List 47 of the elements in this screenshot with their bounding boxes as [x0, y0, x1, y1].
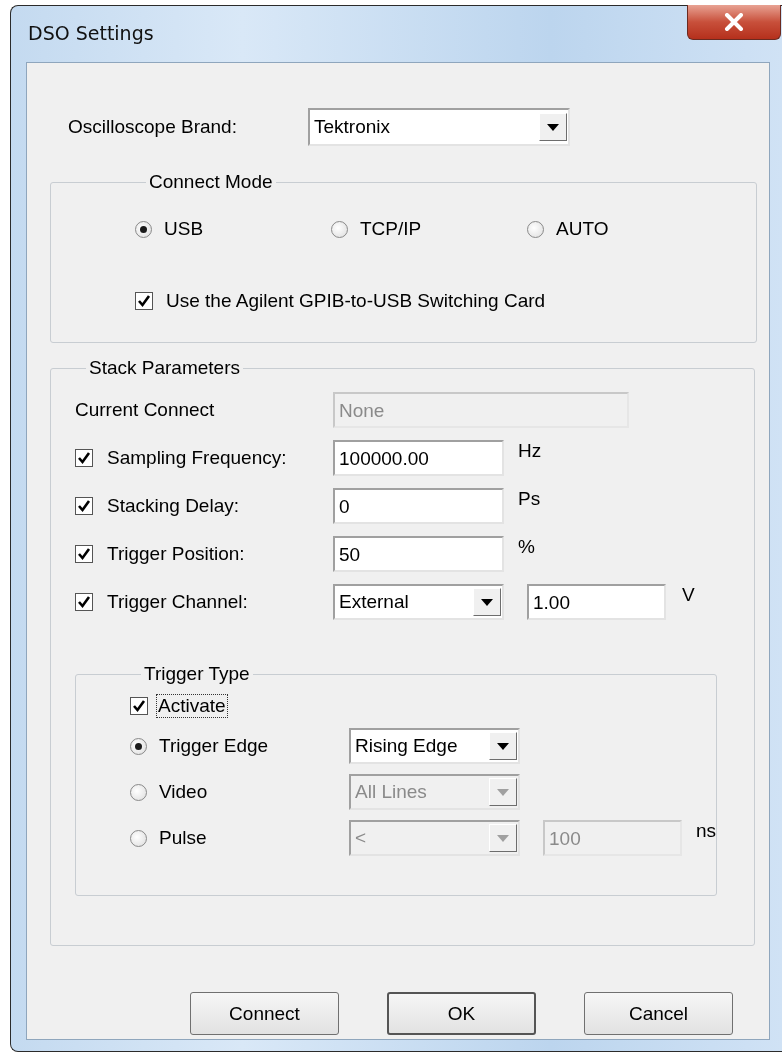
checkbox-label: Sampling Frequency:: [107, 447, 288, 469]
radio-label: Trigger Edge: [159, 735, 270, 757]
checkbox[interactable]: [135, 292, 153, 310]
window-title: DSO Settings: [28, 22, 154, 44]
brand-dropdown[interactable]: Tektronix: [308, 108, 570, 146]
checkbox[interactable]: [75, 545, 93, 563]
brand-label: Oscilloscope Brand:: [68, 116, 238, 138]
unit-label: Ps: [518, 488, 541, 510]
radio-label: USB: [164, 218, 204, 240]
radio-label: AUTO: [556, 218, 609, 240]
radio-button[interactable]: [130, 783, 147, 801]
radio-label: Pulse: [159, 827, 208, 849]
checkbox-label: Trigger Position:: [107, 543, 246, 565]
checkbox-label: Activate: [156, 694, 228, 718]
close-icon: [723, 13, 745, 31]
radio-button[interactable]: [527, 220, 544, 238]
dialog-button[interactable]: OK: [387, 992, 536, 1035]
checkbox-label: Stacking Delay:: [107, 495, 240, 517]
radio-button[interactable]: [135, 220, 152, 238]
radio-button[interactable]: [130, 737, 147, 755]
checkbox[interactable]: [130, 697, 148, 715]
radio-button[interactable]: [331, 220, 348, 238]
checkbox-label: Use the Agilent GPIB-to-USB Switching Card: [166, 290, 546, 312]
radio-label: TCP/IP: [360, 218, 422, 240]
checkbox[interactable]: [75, 593, 93, 611]
close-button[interactable]: [687, 5, 781, 40]
radio-button[interactable]: [130, 829, 147, 847]
group-title: Connect Mode: [148, 171, 274, 193]
channel-dropdown[interactable]: External: [333, 584, 504, 620]
dialog-button[interactable]: Cancel: [584, 992, 733, 1035]
dialog-button[interactable]: Connect: [190, 992, 339, 1035]
input-field[interactable]: 0: [333, 488, 504, 524]
checkbox[interactable]: [75, 497, 93, 515]
unit-label: Hz: [518, 440, 542, 462]
group-title: Trigger Type: [143, 663, 251, 685]
checkbox-label: Trigger Channel:: [107, 591, 249, 613]
group-title: Stack Parameters: [88, 357, 241, 379]
checkbox[interactable]: [75, 449, 93, 467]
input-field[interactable]: 50: [333, 536, 504, 572]
input-field[interactable]: 1.00: [527, 584, 666, 620]
field-label: Current Connect: [75, 399, 216, 421]
unit-label: V: [682, 584, 695, 606]
trigger-dropdown[interactable]: Rising Edge: [349, 728, 520, 764]
radio-label: Video: [159, 781, 209, 803]
unit-label: ns: [696, 820, 717, 842]
input-field[interactable]: 100000.00: [333, 440, 504, 476]
unit-label: %: [518, 536, 535, 558]
